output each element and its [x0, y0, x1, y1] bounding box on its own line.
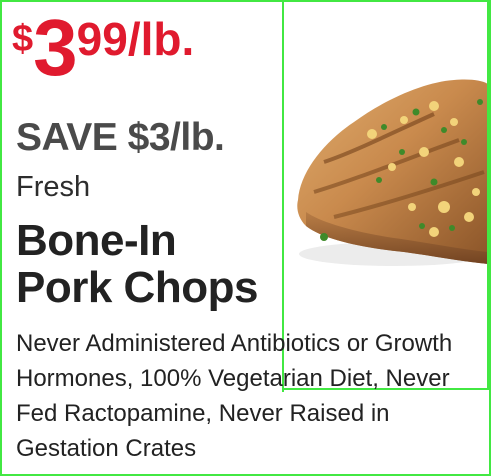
- product-description: Never Administered Antibiotics or Growth…: [16, 330, 453, 462]
- product-name: Bone-In Pork Chops: [16, 217, 258, 311]
- savings-text: SAVE $3/lb.: [16, 116, 225, 159]
- price-unit: /lb.: [127, 13, 195, 65]
- freshness-label: Fresh: [16, 171, 91, 203]
- product-name-line-2: Pork Chops: [16, 263, 258, 312]
- price-main-digit: 3: [33, 3, 77, 92]
- price-cents: 99: [76, 13, 128, 65]
- price: $399/lb.: [12, 8, 194, 88]
- price-dollar-sign: $: [12, 18, 34, 60]
- product-name-line-1: Bone-In: [16, 216, 177, 265]
